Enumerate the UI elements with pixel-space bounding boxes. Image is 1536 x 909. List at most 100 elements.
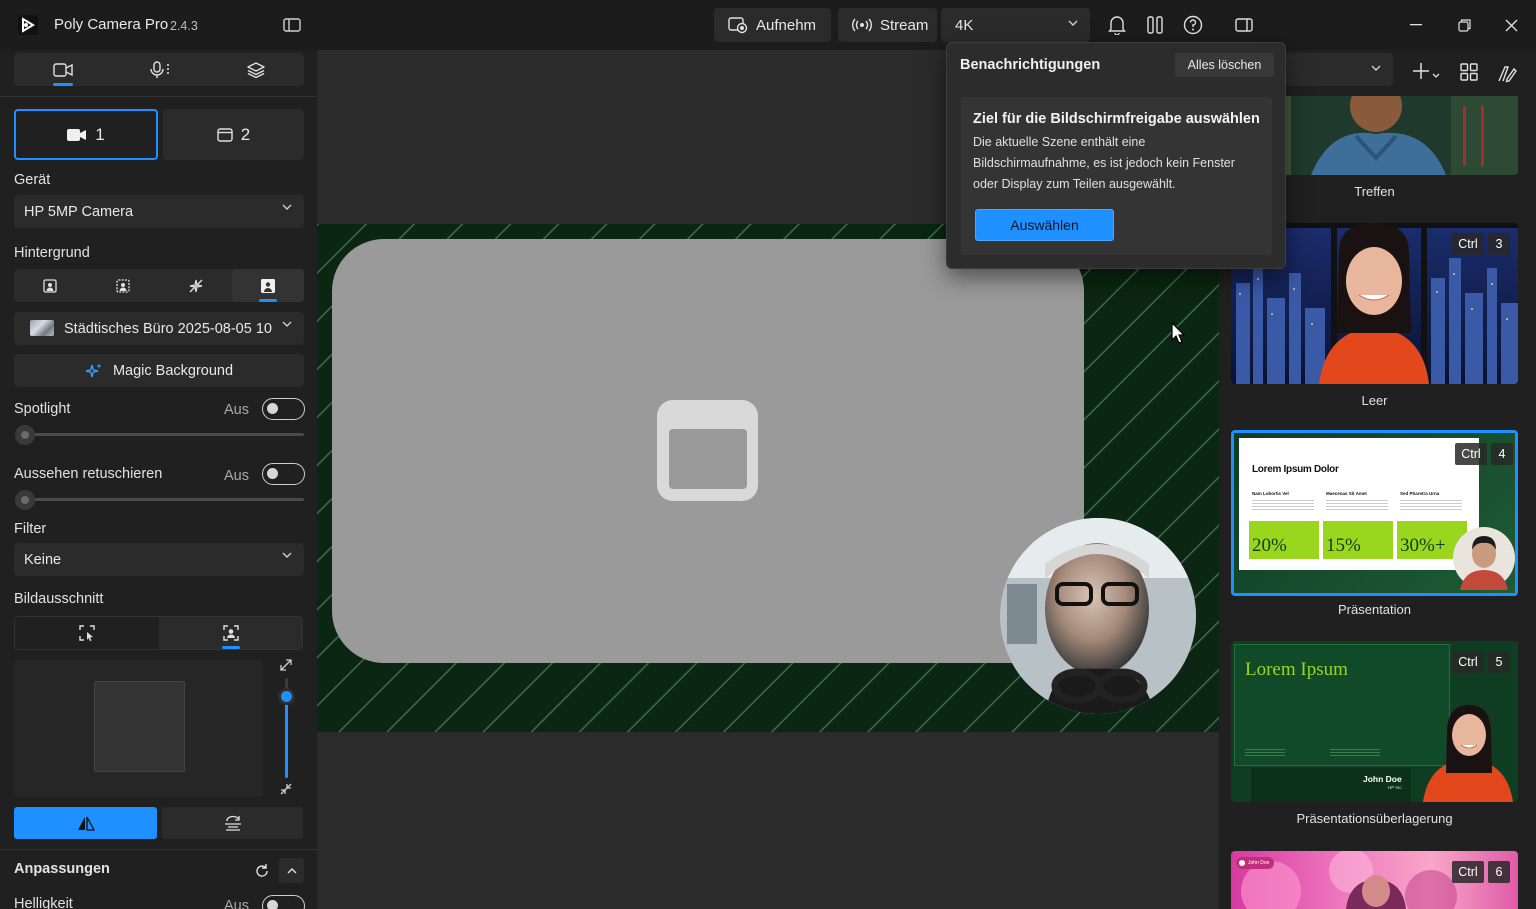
retouch-toggle[interactable] (262, 463, 305, 485)
scene-label: Präsentation (1338, 602, 1411, 617)
minimize-icon[interactable] (1406, 16, 1426, 34)
spotlight-slider-thumb[interactable] (15, 425, 35, 445)
select-target-button[interactable]: Auswählen (975, 209, 1114, 241)
crop-mode-selector (14, 616, 303, 650)
blur-portrait-icon (115, 278, 130, 293)
notification-card: Ziel für die Bildschirmfreigabe auswähle… (961, 97, 1272, 255)
chevron-down-icon (1068, 20, 1078, 27)
brightness-label: Helligkeit (14, 896, 73, 909)
background-remove-button[interactable] (159, 269, 232, 302)
record-button[interactable]: Aufnehm (714, 8, 831, 42)
retouch-slider-track[interactable] (24, 498, 304, 501)
chevron-down-icon (282, 204, 292, 211)
slide: Lorem Ipsum Dolor Nam Lobortis Vel Maece… (1239, 438, 1479, 570)
brightness-toggle[interactable] (262, 895, 305, 909)
record-icon (728, 16, 748, 34)
chevron-down-icon (282, 321, 292, 328)
tab-indicator (222, 646, 240, 649)
background-image-dropdown[interactable]: Städtisches Büro 2025-08-05 10 (14, 312, 304, 345)
presenter-tag: John Doe (1236, 857, 1275, 869)
grid-view-icon[interactable] (1459, 62, 1479, 82)
crop-frame[interactable] (94, 681, 185, 772)
presenter-tag-dot (1239, 860, 1245, 866)
panel-toggle-icon[interactable] (1233, 14, 1255, 36)
scene-shortcut-key: 6 (1488, 861, 1510, 883)
tab-indicator (53, 83, 73, 86)
adjustments-label: Anpassungen (14, 861, 110, 877)
resolution-dropdown[interactable]: 4K (941, 8, 1090, 42)
tab-microphone[interactable] (111, 53, 208, 86)
camera-icon (52, 62, 73, 77)
sidebar-toggle-icon[interactable] (281, 15, 303, 35)
background-image-button[interactable] (232, 269, 304, 302)
stream-label: Stream (880, 16, 929, 34)
notification-body-line-2: Bildschirmaufnahme, es ist jedoch kein F… (973, 156, 1235, 170)
columns-icon[interactable] (1144, 14, 1166, 36)
expand-icon[interactable] (278, 657, 294, 673)
mirror-button[interactable] (14, 807, 157, 839)
add-scene-icon[interactable] (1411, 61, 1441, 81)
filter-value: Keine (24, 551, 62, 568)
scene-thumbnail-overlay[interactable]: Lorem Ipsum John Doe HP Inc. Ctrl 5 (1231, 641, 1518, 802)
bell-icon[interactable] (1106, 14, 1128, 36)
background-none-button[interactable] (14, 269, 86, 302)
close-icon[interactable] (1501, 15, 1521, 35)
notification-body-line-3: oder Display zum Teilen ausgewählt. (973, 177, 1176, 191)
magic-sparkle-icon (85, 362, 103, 380)
panel-tabs (14, 53, 304, 86)
spotlight-toggle[interactable] (262, 398, 305, 420)
background-value: Städtisches Büro 2025-08-05 10 (64, 320, 272, 337)
slide-stat-value: 15% (1326, 535, 1361, 556)
portrait-icon (43, 278, 57, 293)
person-frame-icon (222, 625, 239, 641)
presenter-company: HP Inc. (1388, 785, 1403, 790)
chevron-down-icon (1371, 65, 1381, 72)
crop-manual-button[interactable] (15, 617, 159, 649)
background-label: Hintergrund (14, 245, 90, 261)
mirror-icon (77, 815, 95, 831)
retouch-slider-thumb[interactable] (15, 490, 35, 510)
tab-indicator (259, 299, 277, 302)
scene-thumbnail-praesentation[interactable]: Lorem Ipsum Dolor Nam Lobortis Vel Maece… (1231, 430, 1518, 596)
filter-dropdown[interactable]: Keine (14, 543, 304, 576)
mouse-cursor-icon (1170, 321, 1186, 345)
tab-camera[interactable] (14, 53, 111, 86)
scene-label: Leer (1361, 393, 1388, 408)
chevron-down-icon (282, 552, 292, 559)
scene-thumbnail-6[interactable]: John Doe Ctrl 6 (1231, 851, 1518, 909)
sparkle-off-icon (188, 278, 204, 294)
stream-button[interactable]: Stream (838, 8, 937, 42)
restore-icon[interactable] (1454, 16, 1474, 34)
collapse-section-button[interactable] (279, 858, 304, 883)
background-blur-button[interactable] (86, 269, 159, 302)
camera-1-button[interactable]: 1 (14, 109, 158, 160)
title-bar: Poly Camera Pro 2.4.3 Aufnehm Stream 4K (0, 0, 1536, 50)
slide-column-1-header: Nam Lobortis Vel (1252, 491, 1289, 496)
zoom-slider-thumb[interactable] (278, 688, 295, 705)
help-icon[interactable] (1182, 14, 1204, 36)
brightness-state: Aus (224, 898, 249, 909)
preview-canvas[interactable] (317, 224, 1219, 732)
tab-layers[interactable] (208, 53, 304, 86)
layers-icon (247, 61, 265, 78)
crop-auto-button[interactable] (159, 617, 302, 649)
collapse-icon[interactable] (278, 781, 294, 797)
clear-all-button[interactable]: Alles löschen (1175, 53, 1274, 77)
reset-icon[interactable] (252, 861, 272, 881)
camera-1-label: 1 (95, 124, 105, 144)
slide-column-3-header: Sed Pharetra Urna (1400, 491, 1440, 496)
camera-filled-icon (67, 128, 87, 142)
rotate-button[interactable] (162, 807, 303, 839)
camera-2-button[interactable]: 2 (163, 109, 304, 160)
device-dropdown[interactable]: HP 5MP Camera (14, 195, 304, 228)
app-window: Poly Camera Pro 2.4.3 Aufnehm Stream 4K (0, 0, 1536, 909)
scene-shortcut-key: 3 (1488, 233, 1510, 255)
edit-scenes-icon[interactable] (1496, 62, 1518, 84)
crop-preview[interactable] (14, 660, 263, 797)
magic-background-button[interactable]: Magic Background (14, 354, 304, 387)
spotlight-slider-track[interactable] (24, 433, 304, 436)
background-mode-selector (14, 269, 304, 302)
scene-shortcut-modifier: Ctrl (1452, 651, 1484, 673)
broadcast-icon (852, 18, 872, 32)
slide-column-2-header: Maecenas Sit Amet (1326, 491, 1367, 496)
